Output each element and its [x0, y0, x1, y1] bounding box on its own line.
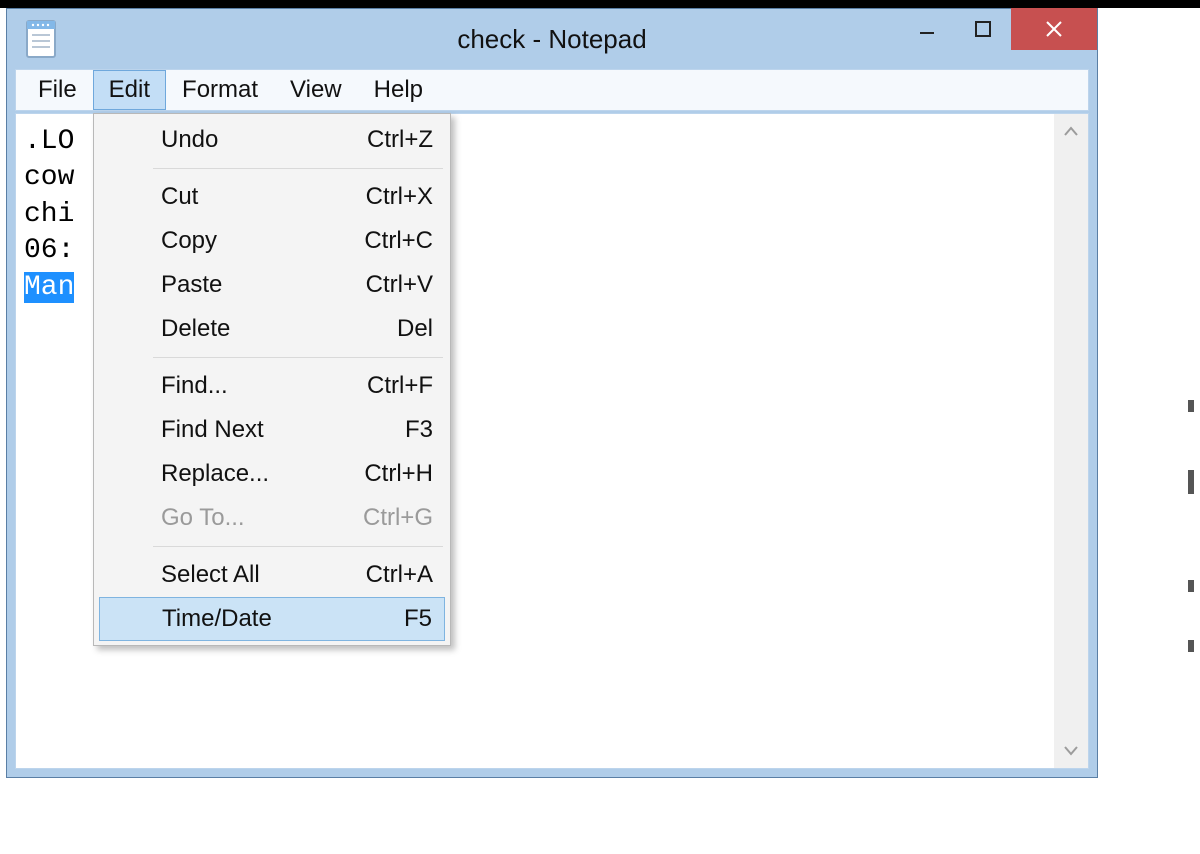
menu-item-find[interactable]: Find... Ctrl+F: [97, 364, 447, 408]
menu-file[interactable]: File: [22, 70, 93, 110]
menu-item-shortcut: Ctrl+C: [364, 227, 433, 255]
notepad-icon: [19, 17, 63, 61]
top-edge-strip: [0, 0, 1200, 8]
artifact-speck: [1188, 400, 1194, 412]
editor-line: .LO: [24, 126, 74, 157]
menu-item-shortcut: Ctrl+Z: [367, 126, 433, 154]
menu-item-go-to: Go To... Ctrl+G: [97, 496, 447, 540]
scroll-up-icon[interactable]: [1054, 114, 1088, 150]
menu-item-shortcut: F5: [404, 605, 432, 633]
title-bar[interactable]: check - Notepad: [7, 9, 1097, 69]
menu-item-cut[interactable]: Cut Ctrl+X: [97, 175, 447, 219]
editor-line: 06:: [24, 235, 74, 266]
menu-separator: [153, 357, 443, 358]
menu-item-paste[interactable]: Paste Ctrl+V: [97, 263, 447, 307]
menu-item-label: Find Next: [161, 416, 264, 444]
close-button[interactable]: [1011, 8, 1097, 50]
menu-help[interactable]: Help: [358, 70, 439, 110]
menu-item-shortcut: Ctrl+X: [366, 183, 433, 211]
editor-selection: Man: [24, 272, 74, 303]
menu-item-label: Undo: [161, 126, 218, 154]
menu-item-shortcut: F3: [405, 416, 433, 444]
artifact-speck: [1188, 640, 1194, 652]
menu-format[interactable]: Format: [166, 70, 274, 110]
menu-separator: [153, 546, 443, 547]
menu-item-time-date[interactable]: Time/Date F5: [99, 597, 445, 641]
artifact-speck: [1188, 470, 1194, 494]
scroll-down-icon[interactable]: [1054, 732, 1088, 768]
minimize-button[interactable]: [899, 8, 955, 50]
artifact-speck: [1188, 580, 1194, 592]
menu-item-delete[interactable]: Delete Del: [97, 307, 447, 351]
menu-edit[interactable]: Edit: [93, 70, 166, 110]
menu-item-label: Replace...: [161, 460, 269, 488]
menu-item-shortcut: Ctrl+V: [366, 271, 433, 299]
menu-item-label: Find...: [161, 372, 228, 400]
desktop: check - Notepad File Edit Format View He…: [0, 0, 1200, 854]
menu-item-shortcut: Ctrl+A: [366, 561, 433, 589]
window-controls: [899, 8, 1097, 50]
menu-item-label: Paste: [161, 271, 222, 299]
maximize-button[interactable]: [955, 8, 1011, 50]
edit-dropdown: Undo Ctrl+Z Cut Ctrl+X Copy Ctrl+C Paste…: [93, 113, 451, 646]
menu-item-shortcut: Del: [397, 315, 433, 343]
notepad-window: check - Notepad File Edit Format View He…: [6, 8, 1098, 778]
menu-item-select-all[interactable]: Select All Ctrl+A: [97, 553, 447, 597]
menu-view[interactable]: View: [274, 70, 358, 110]
menu-item-shortcut: Ctrl+G: [363, 504, 433, 532]
menu-item-label: Cut: [161, 183, 198, 211]
vertical-scrollbar[interactable]: [1054, 114, 1088, 768]
menu-item-label: Select All: [161, 561, 260, 589]
menu-item-shortcut: Ctrl+F: [367, 372, 433, 400]
editor-line: cow: [24, 162, 74, 193]
menu-item-find-next[interactable]: Find Next F3: [97, 408, 447, 452]
menu-item-shortcut: Ctrl+H: [364, 460, 433, 488]
menu-item-copy[interactable]: Copy Ctrl+C: [97, 219, 447, 263]
menu-separator: [153, 168, 443, 169]
menu-item-replace[interactable]: Replace... Ctrl+H: [97, 452, 447, 496]
menu-item-label: Copy: [161, 227, 217, 255]
menu-item-undo[interactable]: Undo Ctrl+Z: [97, 118, 447, 162]
menu-item-label: Time/Date: [162, 605, 272, 633]
menu-item-label: Delete: [161, 315, 230, 343]
editor-line: chi: [24, 199, 74, 230]
menu-bar: File Edit Format View Help: [15, 69, 1089, 111]
menu-item-label: Go To...: [161, 504, 245, 532]
